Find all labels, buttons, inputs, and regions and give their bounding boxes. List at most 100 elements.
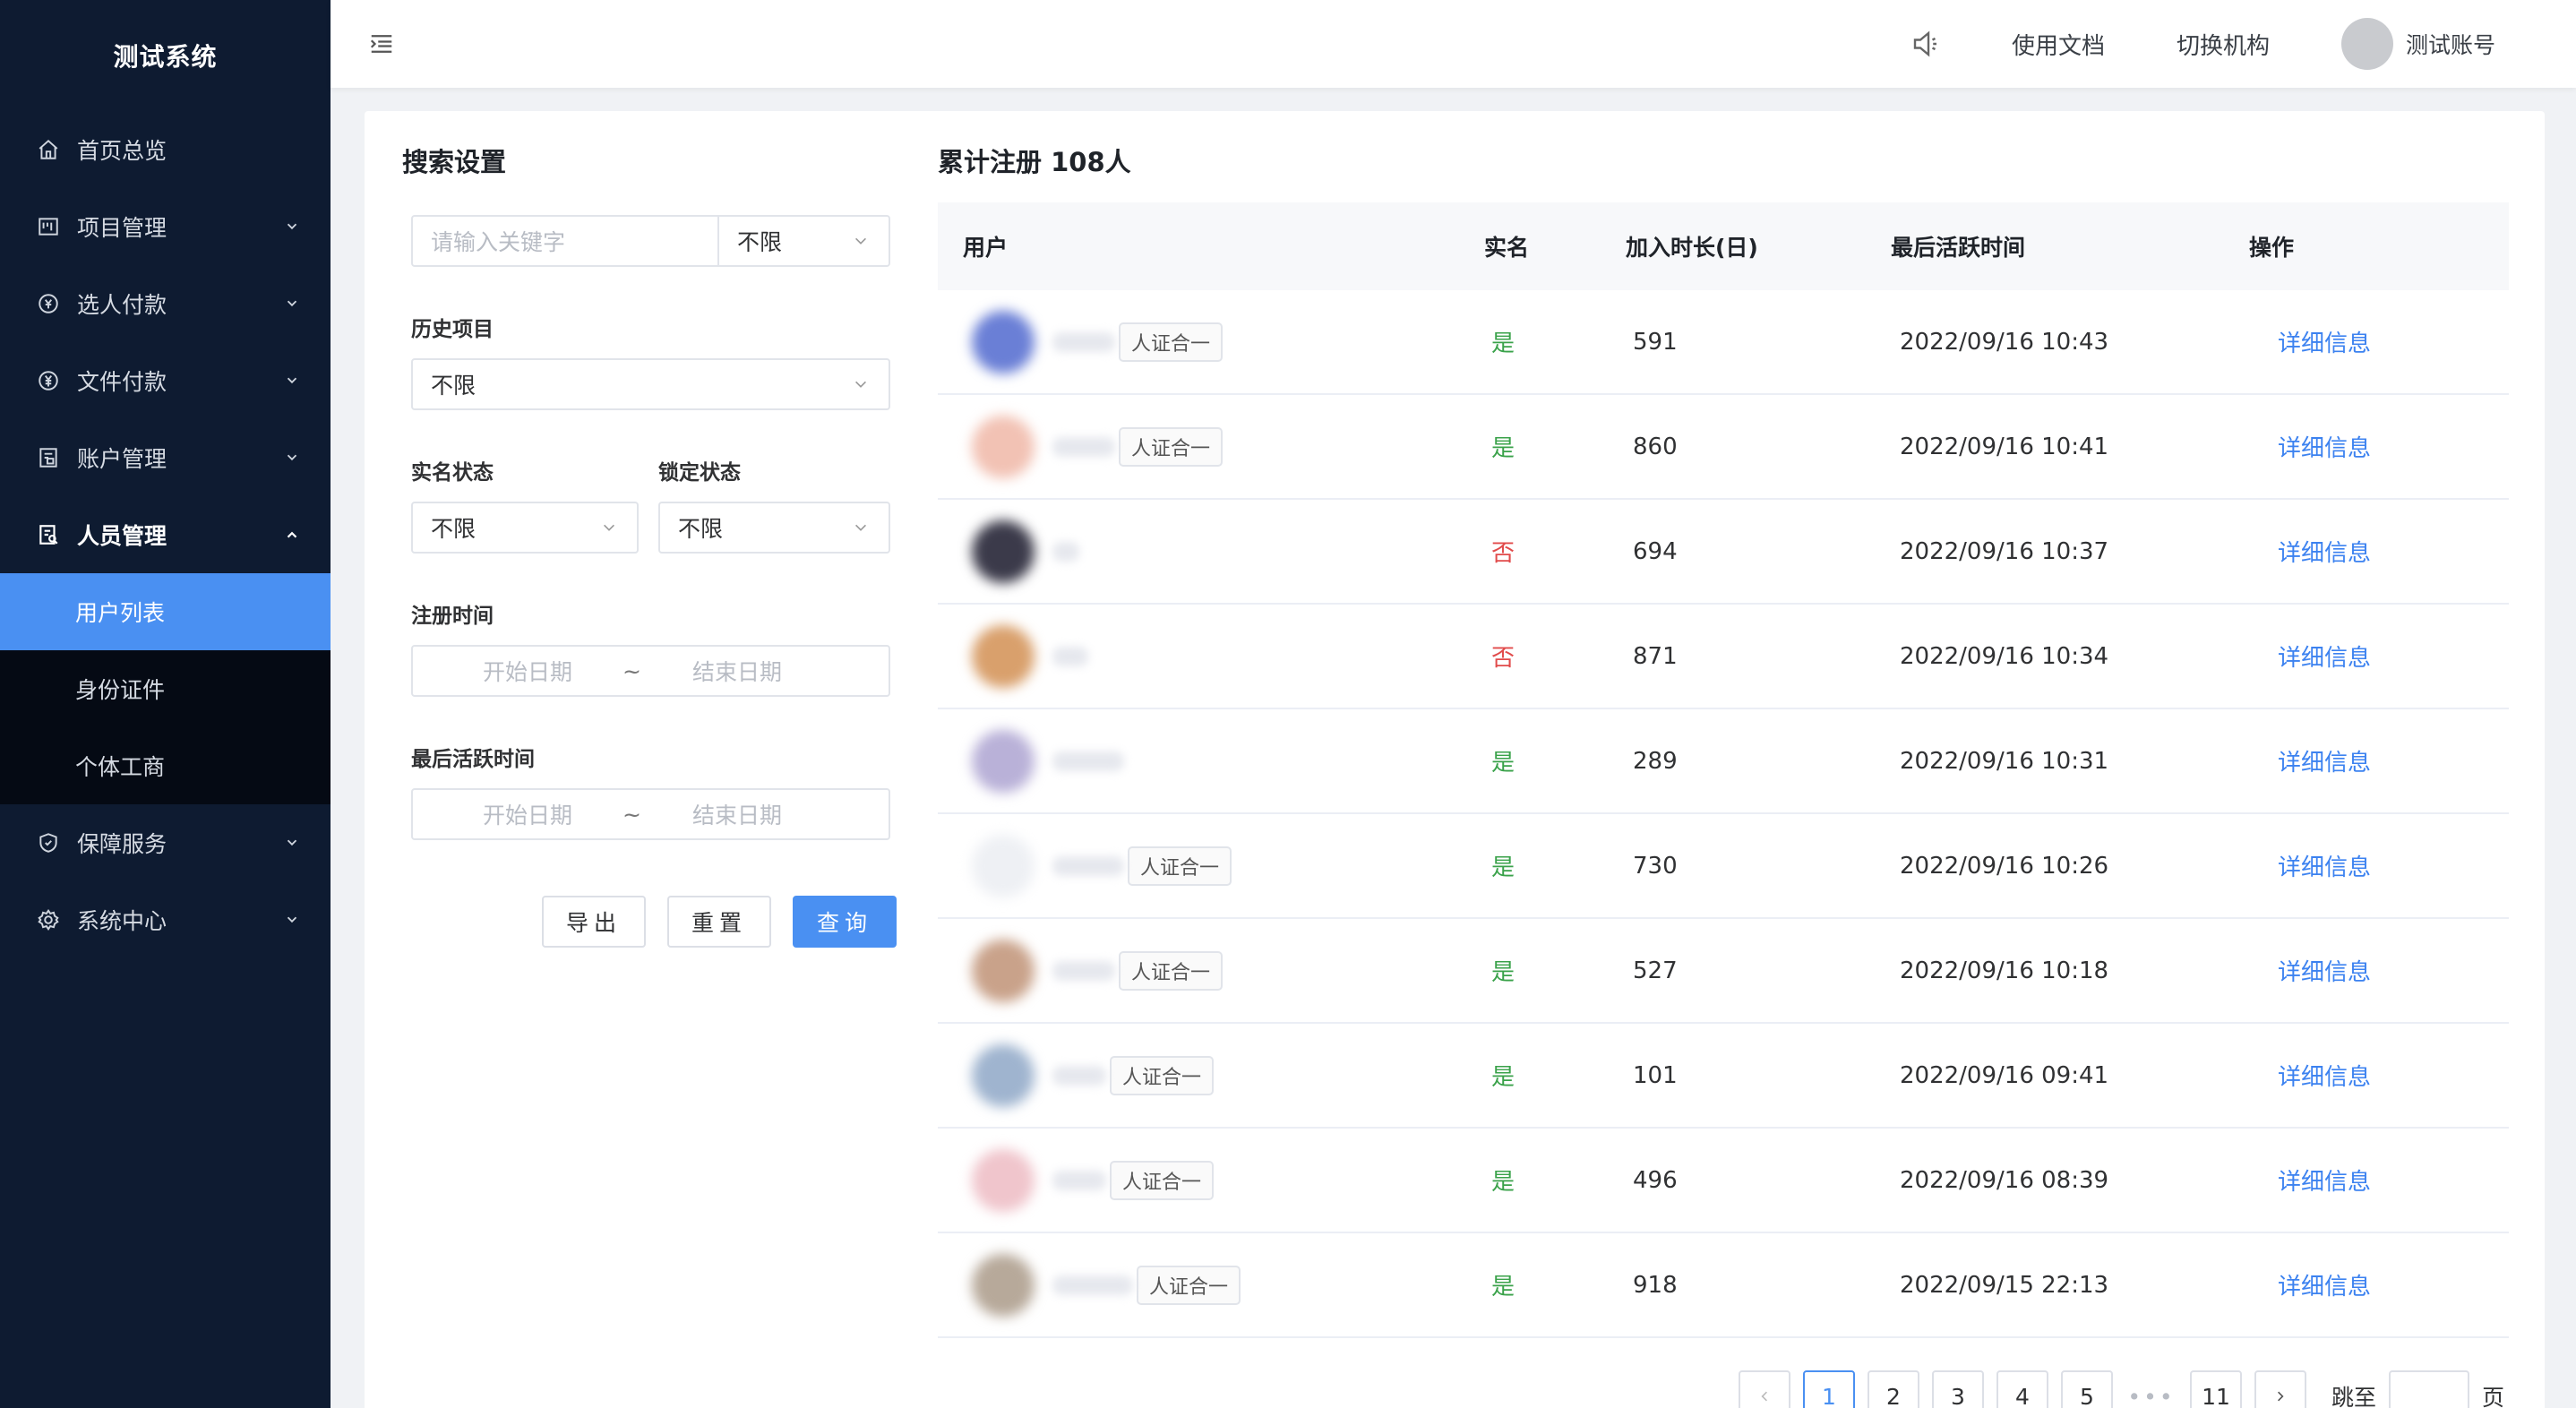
register-start-date[interactable]: 开始日期 (483, 655, 572, 687)
verified-tag: 人证合一 (1128, 846, 1232, 886)
sidebar-item-label: 项目管理 (77, 215, 167, 241)
realname-value: 不限 (431, 516, 477, 542)
sidebar-subitem-business[interactable]: 个体工商 (0, 727, 331, 804)
realname-label: 实名状态 (411, 461, 494, 485)
menu-collapse-icon[interactable] (368, 30, 395, 57)
sidebar-item-label: 账户管理 (77, 446, 167, 472)
sidebar: 测试系统 首页总览 项目管理 选人付款 文件付款 账户管理 人员管理 用户列表 … (0, 0, 331, 1408)
verified-tag: 人证合一 (1119, 322, 1224, 362)
detail-link[interactable]: 详细信息 (2278, 395, 2371, 498)
people-icon (36, 522, 61, 547)
user-name-blurred (1052, 331, 1115, 352)
user-name-blurred (1052, 541, 1079, 562)
detail-link[interactable]: 详细信息 (2278, 605, 2371, 708)
active-time-label: 最后活跃时间 (411, 748, 535, 771)
sidebar-subitem-id-docs[interactable]: 身份证件 (0, 650, 331, 727)
sidebar-subitem-user-list[interactable]: 用户列表 (0, 573, 331, 650)
detail-link[interactable]: 详细信息 (2278, 919, 2371, 1022)
switch-org-link[interactable]: 切换机构 (2177, 28, 2270, 61)
table-row: 人证合一 是 527 2022/09/16 10:18 详细信息 (938, 919, 2509, 1024)
join-days: 101 (1633, 1061, 1678, 1089)
jump-label: 跳至 (2331, 1385, 2377, 1408)
last-active-time: 2022/09/16 10:37 (1900, 537, 2109, 565)
detail-link[interactable]: 详细信息 (2278, 290, 2371, 393)
detail-link[interactable]: 详细信息 (2278, 1129, 2371, 1232)
filter-title: 搜索设置 (402, 147, 507, 177)
active-end-date[interactable]: 结束日期 (692, 798, 782, 830)
detail-link[interactable]: 详细信息 (2278, 1233, 2371, 1336)
page-ellipsis[interactable]: ••• (2125, 1370, 2177, 1408)
sidebar-item-people[interactable]: 人员管理 (0, 496, 331, 573)
active-start-date[interactable]: 开始日期 (483, 798, 572, 830)
verified-status: 是 (1491, 1274, 1516, 1301)
column-days: 加入时长(日) (1626, 235, 1758, 261)
column-user: 用户 (963, 235, 1009, 261)
next-page-button[interactable] (2254, 1370, 2306, 1408)
announcement-icon[interactable] (1910, 28, 1942, 60)
shield-icon (36, 830, 61, 855)
chevron-down-icon (855, 237, 866, 245)
sidebar-item-home[interactable]: 首页总览 (0, 111, 331, 188)
page-button[interactable]: 2 (1868, 1370, 1919, 1408)
register-end-date[interactable]: 结束日期 (692, 655, 782, 687)
last-active-time: 2022/09/16 10:41 (1900, 433, 2109, 460)
verified-status: 是 (1491, 854, 1516, 881)
page-button[interactable]: 5 (2061, 1370, 2113, 1408)
detail-link[interactable]: 详细信息 (2278, 709, 2371, 812)
user-avatar (972, 310, 1035, 373)
verified-status: 否 (1491, 540, 1516, 567)
sidebar-item-file-pay[interactable]: 文件付款 (0, 342, 331, 419)
realname-select[interactable]: 不限 (411, 502, 639, 554)
verified-status: 是 (1491, 331, 1516, 357)
detail-link[interactable]: 详细信息 (2278, 814, 2371, 917)
jump-page-input[interactable] (2389, 1370, 2470, 1408)
reset-button[interactable]: 重置 (667, 896, 771, 948)
history-label: 历史项目 (411, 318, 494, 341)
last-active-time: 2022/09/16 08:39 (1900, 1166, 2109, 1194)
query-button[interactable]: 查询 (793, 896, 897, 948)
user-cell: 人证合一 (972, 814, 1232, 917)
history-select[interactable]: 不限 (411, 358, 890, 410)
detail-link[interactable]: 详细信息 (2278, 1024, 2371, 1127)
page-button[interactable]: 3 (1932, 1370, 1984, 1408)
join-days: 730 (1633, 852, 1678, 880)
chevron-right-icon (2278, 1391, 2284, 1402)
last-active-time: 2022/09/16 10:43 (1900, 328, 2109, 356)
user-name-blurred (1052, 436, 1115, 457)
chevron-up-icon (287, 531, 297, 538)
table-row: 是 289 2022/09/16 10:31 详细信息 (938, 709, 2509, 814)
sidebar-item-label: 保障服务 (77, 831, 167, 857)
register-date-range[interactable]: 开始日期 ~ 结束日期 (411, 645, 890, 697)
page-button[interactable]: 4 (1996, 1370, 2048, 1408)
verified-status: 否 (1491, 645, 1516, 672)
sidebar-item-label: 文件付款 (77, 369, 167, 395)
verified-status: 是 (1491, 1169, 1516, 1196)
user-cell (972, 709, 1124, 812)
lock-select[interactable]: 不限 (658, 502, 890, 554)
verified-tag: 人证合一 (1119, 950, 1224, 991)
join-days: 871 (1633, 642, 1678, 670)
page-button[interactable]: 11 (2190, 1370, 2242, 1408)
verified-tag: 人证合一 (1119, 426, 1224, 467)
prev-page-button[interactable] (1739, 1370, 1790, 1408)
export-button[interactable]: 导出 (542, 896, 646, 948)
table-row: 人证合一 是 730 2022/09/16 10:26 详细信息 (938, 814, 2509, 919)
chevron-down-icon (287, 839, 297, 846)
people-submenu: 用户列表 身份证件 个体工商 (0, 573, 331, 804)
user-menu[interactable]: 测试账号 (2340, 18, 2495, 70)
page-button[interactable]: 1 (1803, 1370, 1855, 1408)
join-days: 591 (1633, 328, 1678, 356)
user-name: 测试账号 (2405, 32, 2495, 58)
keyword-input[interactable]: 请输入关键字 (413, 225, 717, 257)
sidebar-item-select-pay[interactable]: 选人付款 (0, 265, 331, 342)
keyword-scope-select[interactable]: 不限 (737, 225, 782, 257)
project-icon (36, 214, 61, 239)
join-days: 496 (1633, 1166, 1678, 1194)
sidebar-item-system[interactable]: 系统中心 (0, 881, 331, 958)
active-date-range[interactable]: 开始日期 ~ 结束日期 (411, 788, 890, 840)
sidebar-item-account[interactable]: 账户管理 (0, 419, 331, 496)
docs-link[interactable]: 使用文档 (2012, 28, 2105, 61)
detail-link[interactable]: 详细信息 (2278, 500, 2371, 603)
sidebar-item-project[interactable]: 项目管理 (0, 188, 331, 265)
sidebar-item-insurance[interactable]: 保障服务 (0, 804, 331, 881)
